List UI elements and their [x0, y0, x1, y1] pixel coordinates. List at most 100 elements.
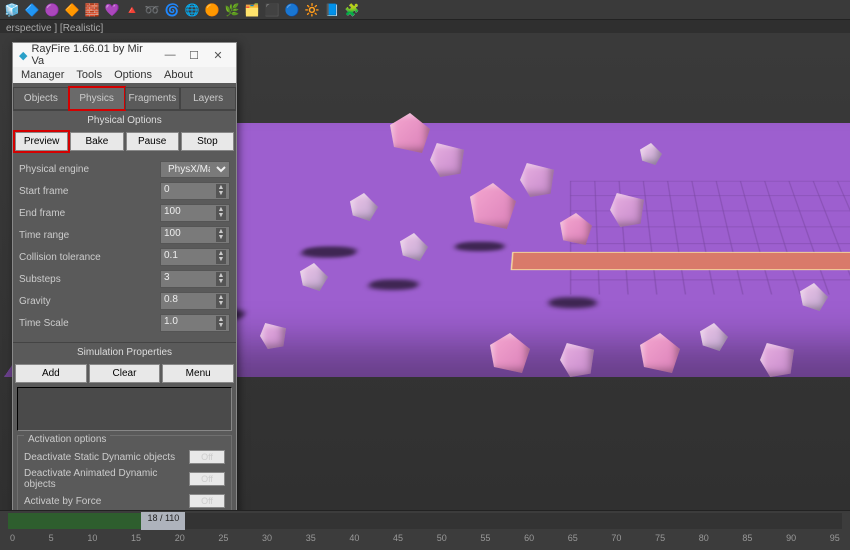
tick-label: 25: [218, 533, 228, 543]
shadow: [455, 242, 505, 251]
tool-icon[interactable]: ⬛: [264, 2, 280, 18]
param-spinner[interactable]: 1.0▲▼: [160, 314, 230, 332]
tick-label: 15: [131, 533, 141, 543]
menu-button[interactable]: Menu: [162, 364, 234, 383]
engine-select[interactable]: PhysX/MassFx: [160, 161, 230, 178]
param-label: End frame: [19, 208, 160, 219]
fragment: [390, 113, 430, 153]
tick-label: 65: [568, 533, 578, 543]
tick-label: 50: [437, 533, 447, 543]
tool-icon[interactable]: 🌀: [164, 2, 180, 18]
tool-icon[interactable]: 🌿: [224, 2, 240, 18]
toggle-label: Deactivate Animated Dynamic objects: [24, 468, 189, 490]
bake-button[interactable]: Bake: [70, 132, 123, 151]
spinner-arrows-icon[interactable]: ▲▼: [216, 206, 226, 220]
tool-icon[interactable]: 🔵: [284, 2, 300, 18]
activation-title: Activation options: [24, 434, 110, 445]
engine-label: Physical engine: [19, 164, 160, 175]
param-spinner[interactable]: 0.8▲▼: [160, 292, 230, 310]
timeline-ticks: 05101520253035404550556065707580859095: [0, 531, 850, 545]
tool-icon[interactable]: 🔶: [64, 2, 80, 18]
grid-icon: [570, 181, 850, 294]
tool-icon[interactable]: 🧩: [344, 2, 360, 18]
timeline-track[interactable]: 18 / 110: [8, 513, 842, 529]
timeline-handle[interactable]: 18 / 110: [141, 512, 185, 530]
menu-manager[interactable]: Manager: [21, 69, 64, 81]
spinner-arrows-icon[interactable]: ▲▼: [216, 184, 226, 198]
timeline-played: [8, 513, 141, 529]
shadow: [549, 297, 597, 308]
clear-button[interactable]: Clear: [89, 364, 161, 383]
tool-icon[interactable]: 💜: [104, 2, 120, 18]
spinner-arrows-icon[interactable]: ▲▼: [216, 228, 226, 242]
tool-icon[interactable]: 🧊: [4, 2, 20, 18]
menu-options[interactable]: Options: [114, 69, 152, 81]
dialog-titlebar[interactable]: ◆ RayFire 1.66.01 by Mir Va — ☐ ✕: [13, 43, 236, 67]
tab-fragments[interactable]: Fragments: [125, 87, 181, 110]
param-spinner[interactable]: 0▲▼: [160, 182, 230, 200]
param-spinner[interactable]: 100▲▼: [160, 204, 230, 222]
param-spinner[interactable]: 0.1▲▼: [160, 248, 230, 266]
tick-label: 5: [49, 533, 54, 543]
tab-layers[interactable]: Layers: [180, 87, 236, 110]
tool-icon[interactable]: 📘: [324, 2, 340, 18]
param-label: Time Scale: [19, 318, 160, 329]
dialog-menubar: Manager Tools Options About: [13, 67, 236, 83]
param-label: Time range: [19, 230, 160, 241]
tick-label: 75: [655, 533, 665, 543]
tick-label: 40: [349, 533, 359, 543]
tick-label: 45: [393, 533, 403, 543]
spinner-arrows-icon[interactable]: ▲▼: [216, 294, 226, 308]
tick-label: 60: [524, 533, 534, 543]
tool-icon[interactable]: 🗂️: [244, 2, 260, 18]
tool-icon[interactable]: 🔺: [124, 2, 140, 18]
spinner-arrows-icon[interactable]: ▲▼: [216, 272, 226, 286]
spinner-arrows-icon[interactable]: ▲▼: [216, 250, 226, 264]
tool-icon[interactable]: 🔆: [304, 2, 320, 18]
tool-icon[interactable]: 🟣: [44, 2, 60, 18]
pause-button[interactable]: Pause: [126, 132, 179, 151]
close-icon[interactable]: ✕: [206, 49, 230, 62]
tick-label: 90: [786, 533, 796, 543]
tool-icon[interactable]: 🌐: [184, 2, 200, 18]
tick-label: 95: [830, 533, 840, 543]
app-icon: ◆: [19, 49, 27, 62]
maximize-icon[interactable]: ☐: [182, 49, 206, 62]
shadow: [368, 279, 419, 290]
tick-label: 10: [87, 533, 97, 543]
spinner-arrows-icon[interactable]: ▲▼: [216, 316, 226, 330]
preview-button[interactable]: Preview: [15, 132, 68, 151]
tick-label: 20: [175, 533, 185, 543]
tool-icon[interactable]: ➿: [144, 2, 160, 18]
tool-icon[interactable]: 🟠: [204, 2, 220, 18]
toggle-button[interactable]: Off: [189, 450, 225, 464]
tick-label: 30: [262, 533, 272, 543]
param-spinner[interactable]: 100▲▼: [160, 226, 230, 244]
dialog-title: RayFire 1.66.01 by Mir Va: [31, 43, 158, 67]
tick-label: 55: [480, 533, 490, 543]
toggle-label: Deactivate Static Dynamic objects: [24, 452, 189, 463]
tick-label: 0: [10, 533, 15, 543]
beam-object: [511, 252, 850, 270]
toggle-label: Activate by Force: [24, 496, 189, 507]
shadow: [299, 247, 357, 258]
menu-about[interactable]: About: [164, 69, 193, 81]
tab-physics[interactable]: Physics: [69, 87, 125, 110]
main-toolbar: 🧊 🔷 🟣 🔶 🧱 💜 🔺 ➿ 🌀 🌐 🟠 🌿 🗂️ ⬛ 🔵 🔆 📘 🧩: [0, 0, 850, 20]
minimize-icon[interactable]: —: [158, 49, 182, 61]
toggle-button[interactable]: Off: [189, 494, 225, 508]
param-spinner[interactable]: 3▲▼: [160, 270, 230, 288]
tick-label: 70: [611, 533, 621, 543]
add-button[interactable]: Add: [15, 364, 87, 383]
tick-label: 80: [699, 533, 709, 543]
menu-tools[interactable]: Tools: [76, 69, 102, 81]
tool-icon[interactable]: 🔷: [24, 2, 40, 18]
simulation-listbox[interactable]: [17, 387, 232, 431]
tick-label: 85: [742, 533, 752, 543]
stop-button[interactable]: Stop: [181, 132, 234, 151]
tool-icon[interactable]: 🧱: [84, 2, 100, 18]
section-simulation: Simulation Properties: [13, 342, 236, 362]
toggle-button[interactable]: Off: [189, 472, 225, 486]
param-label: Gravity: [19, 296, 160, 307]
tab-objects[interactable]: Objects: [13, 87, 69, 110]
